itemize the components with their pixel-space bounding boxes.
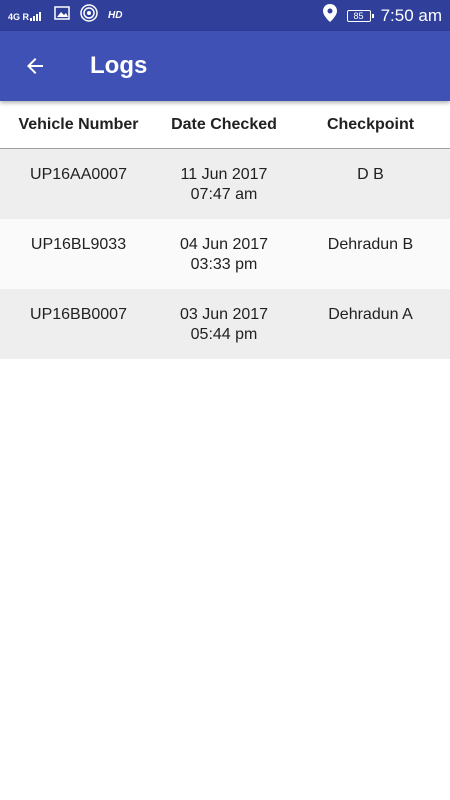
status-bar: 4G R HD 85 7:50 am [0,0,450,31]
back-button[interactable] [0,31,70,101]
time-text: 03:33 pm [190,256,258,273]
network-type-label: 4G R [8,11,30,22]
table-row[interactable]: UP16AA0007 11 Jun 2017 07:47 am D B [0,149,450,219]
arrow-left-icon [27,58,43,74]
checkpoint-cell: D B [357,166,384,183]
date-text: 04 Jun 2017 [179,236,269,253]
battery-level: 85 [353,10,364,21]
header-date-checked: Date Checked [171,115,277,133]
date-text: 11 Jun 2017 [180,166,268,183]
checkpoint-cell: Dehradun A [328,306,413,323]
battery-icon: 85 [346,9,374,22]
hd-label: HD [108,10,123,21]
vehicle-number-cell: UP16BB0007 [30,306,127,323]
logs-table: Vehicle Number Date Checked Checkpoint U… [0,101,450,359]
time-text: 05:44 pm [190,326,258,343]
status-time: 7:50 am [380,5,442,25]
date-text: 03 Jun 2017 [179,306,269,323]
status-bar-right: 85 7:50 am [322,4,442,27]
table-row[interactable]: UP16BB0007 03 Jun 2017 05:44 pm Dehradun… [0,289,450,359]
vehicle-number-cell: UP16BL9033 [30,236,127,253]
app-bar: Logs [0,31,450,101]
vehicle-number-cell: UP16AA0007 [30,166,127,183]
gallery-icon [54,6,70,25]
time-text: 07:47 am [190,186,258,203]
status-bar-left: 4G R HD [8,4,323,27]
date-checked-cell: 11 Jun 2017 07:47 am [157,165,291,219]
header-checkpoint: Checkpoint [326,115,415,133]
location-icon [322,4,337,27]
table-row[interactable]: UP16BL9033 04 Jun 2017 03:33 pm Dehradun… [0,219,450,289]
checkpoint-cell: Dehradun B [327,236,414,253]
header-vehicle-number: Vehicle Number [18,115,139,133]
page-title: Logs [90,52,148,79]
hotspot-icon [80,4,98,27]
date-checked-cell: 03 Jun 2017 05:44 pm [157,305,291,359]
signal-icon: 4G R [8,11,44,21]
table-header: Vehicle Number Date Checked Checkpoint [0,101,450,149]
date-checked-cell: 04 Jun 2017 03:33 pm [157,235,291,289]
